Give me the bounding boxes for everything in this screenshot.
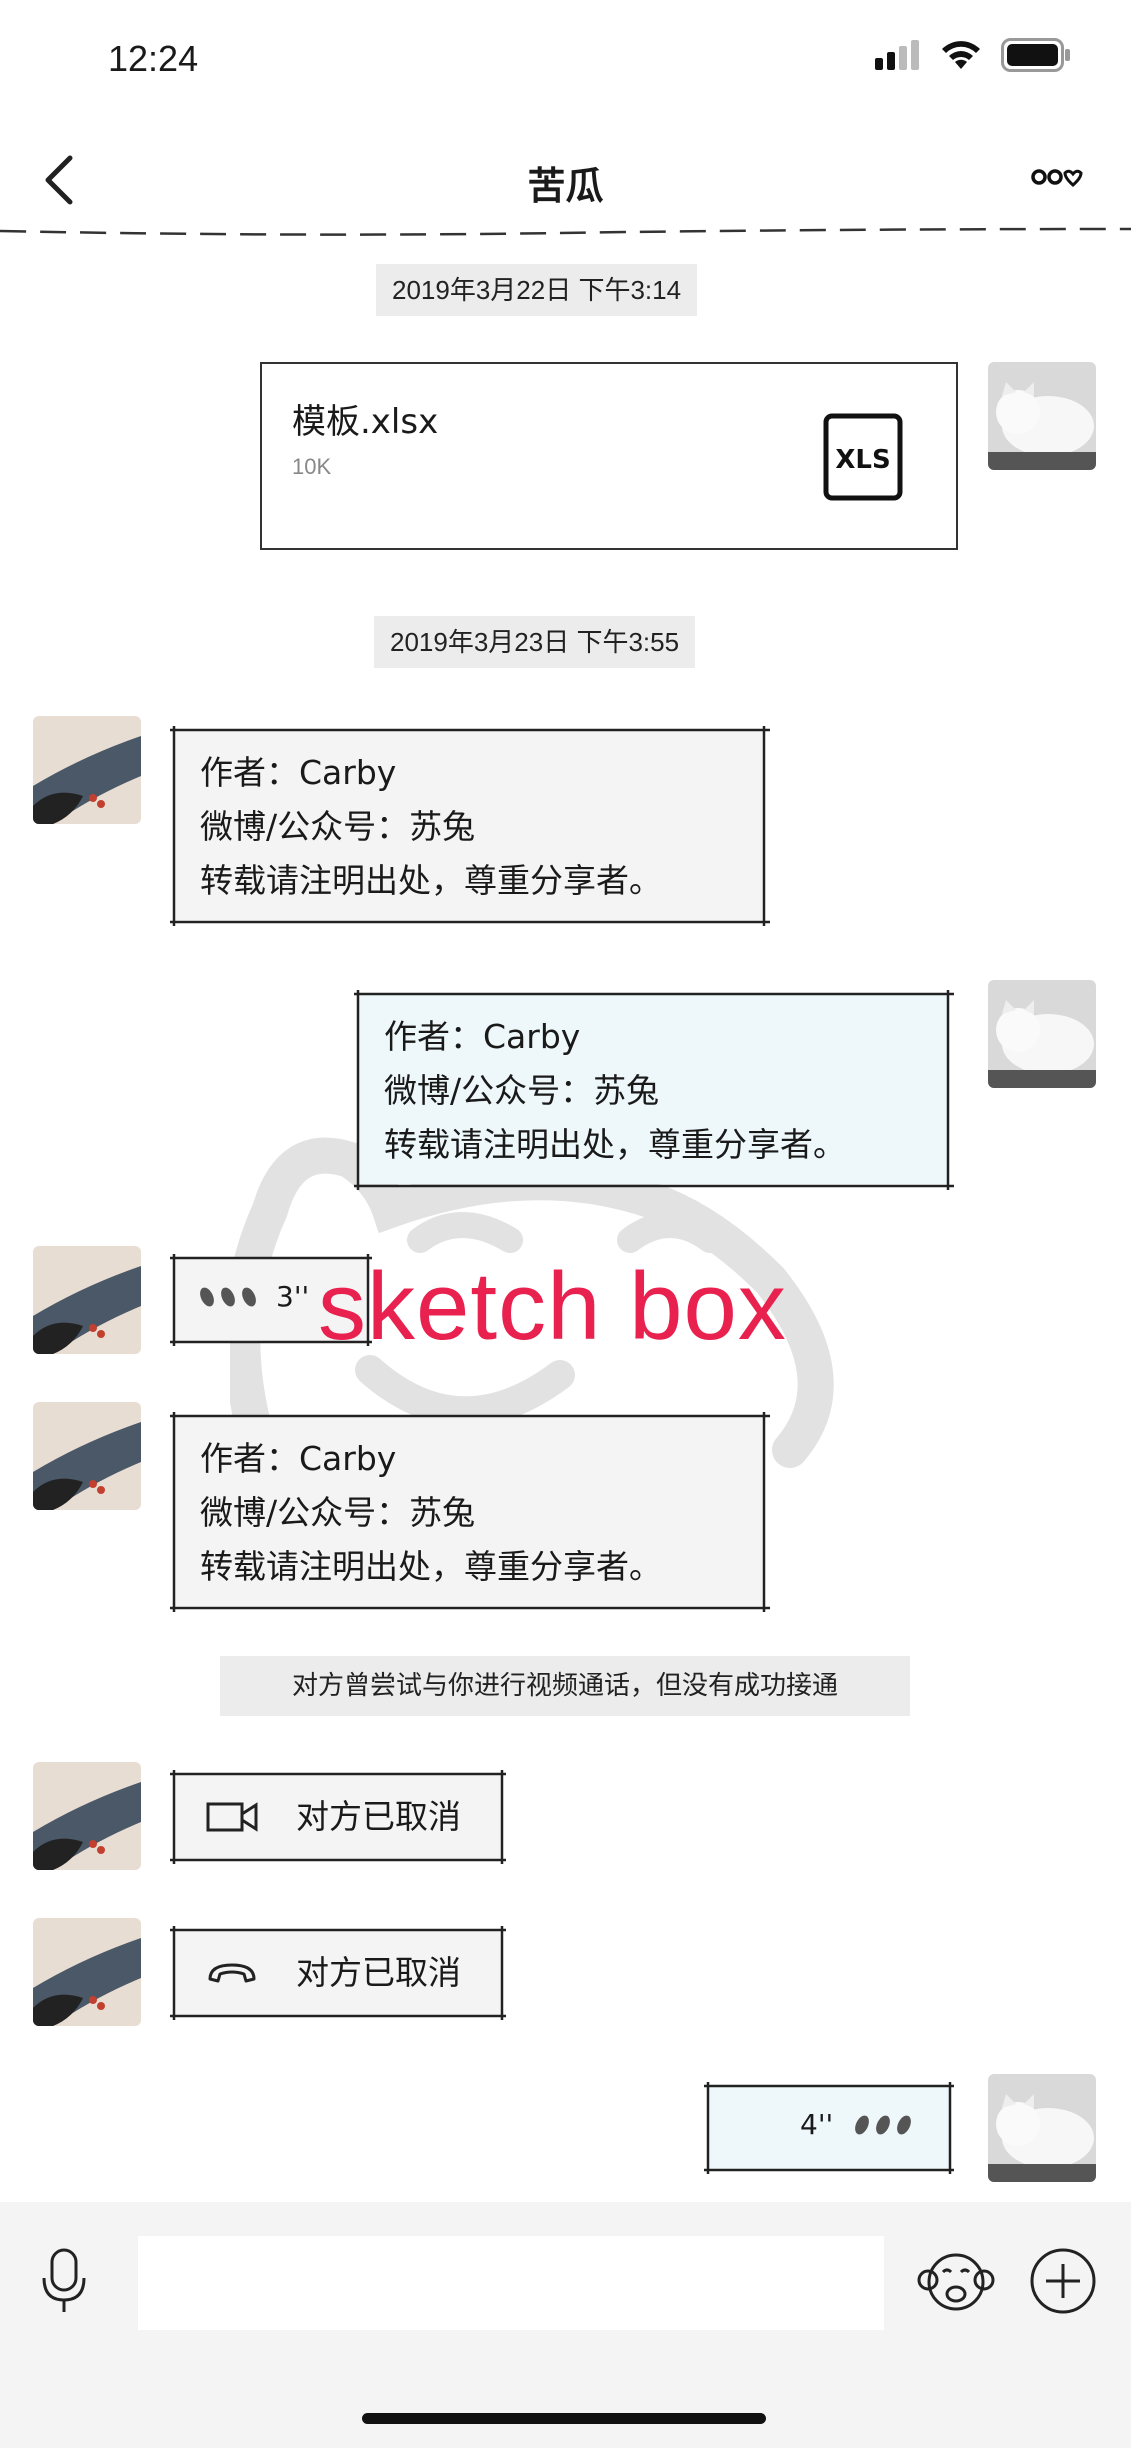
message-line: 作者：Carby — [200, 753, 397, 792]
avatar[interactable] — [33, 1402, 141, 1510]
voice-wave-icon — [855, 2115, 912, 2135]
home-indicator — [362, 2413, 766, 2424]
status-time: 12:24 — [108, 38, 199, 79]
status-icons — [875, 38, 1071, 72]
emoji-icon — [917, 2253, 995, 2311]
voice-input-button[interactable] — [38, 2246, 90, 2320]
voice-wave-icon — [200, 1287, 256, 1307]
cat-avatar-image — [988, 980, 1096, 1088]
avatar[interactable] — [33, 716, 141, 824]
signal-icon — [875, 40, 919, 70]
message-line: 微博/公众号：苏兔 — [200, 807, 476, 846]
message-line: 转载请注明出处，尊重分享者。 — [200, 1547, 662, 1586]
microphone-icon — [42, 2248, 86, 2312]
avatar[interactable] — [33, 1246, 141, 1354]
legs-avatar-image — [33, 1402, 141, 1510]
avatar[interactable] — [988, 2074, 1096, 2182]
system-notice: 对方曾尝试与你进行视频通话，但没有成功接通 — [220, 1656, 910, 1716]
message-line: 微博/公众号：苏兔 — [384, 1071, 660, 1110]
message-bubble-received[interactable]: 作者：Carby 微博/公众号：苏兔 转载请注明出处，尊重分享者。 — [170, 726, 770, 926]
voice-message[interactable]: 4'' — [704, 2082, 954, 2174]
message-line: 作者：Carby — [200, 1439, 397, 1478]
avatar[interactable] — [988, 980, 1096, 1088]
message-line: 作者：Carby — [384, 1017, 581, 1056]
voice-duration: 4'' — [800, 2108, 834, 2141]
battery-icon — [1001, 38, 1070, 72]
more-button[interactable] — [1031, 165, 1083, 193]
legs-avatar-image — [33, 716, 141, 824]
call-status: 对方已取消 — [296, 1797, 461, 1836]
timestamp-chip: 2019年3月23日 下午3:55 — [374, 616, 696, 668]
legs-avatar-image — [33, 1762, 141, 1870]
message-line: 微博/公众号：苏兔 — [200, 1493, 476, 1532]
add-button[interactable] — [1028, 2246, 1098, 2320]
page-title: 苦瓜 — [527, 164, 604, 208]
message-input[interactable] — [138, 2236, 884, 2330]
avatar[interactable] — [33, 1918, 141, 2026]
phone-hangup-icon — [208, 1963, 256, 1983]
nav-divider — [0, 227, 1131, 236]
file-size: 10K — [292, 454, 332, 479]
avatar[interactable] — [988, 362, 1096, 470]
voice-call-message[interactable]: 对方已取消 — [170, 1926, 506, 2020]
message-bubble-received[interactable]: 作者：Carby 微博/公众号：苏兔 转载请注明出处，尊重分享者。 — [170, 1412, 770, 1612]
file-name: 模板.xlsx — [292, 402, 439, 442]
cat-avatar-image — [988, 362, 1096, 470]
svg-text:XLS: XLS — [835, 445, 890, 475]
voice-duration: 3'' — [276, 1280, 310, 1313]
legs-avatar-image — [33, 1246, 141, 1354]
video-camera-icon — [206, 1802, 258, 1832]
more-icon — [1031, 169, 1083, 187]
file-message[interactable]: 模板.xlsx 10K XLS — [260, 362, 958, 550]
cat-avatar-image — [988, 2074, 1096, 2182]
wifi-icon — [942, 41, 980, 69]
call-status: 对方已取消 — [296, 1953, 461, 1992]
legs-avatar-image — [33, 1918, 141, 2026]
timestamp-chip: 2019年3月22日 下午3:14 — [376, 264, 698, 316]
video-call-message[interactable]: 对方已取消 — [170, 1770, 506, 1864]
plus-circle-icon — [1030, 2248, 1096, 2314]
emoji-button[interactable] — [916, 2246, 996, 2320]
message-bubble-sent[interactable]: 作者：Carby 微博/公众号：苏兔 转载请注明出处，尊重分享者。 — [354, 990, 954, 1190]
avatar[interactable] — [33, 1762, 141, 1870]
watermark-text: sketch box — [318, 1253, 787, 1360]
message-line: 转载请注明出处，尊重分享者。 — [200, 861, 662, 900]
message-line: 转载请注明出处，尊重分享者。 — [384, 1125, 846, 1164]
xls-file-icon: XLS — [823, 413, 903, 501]
